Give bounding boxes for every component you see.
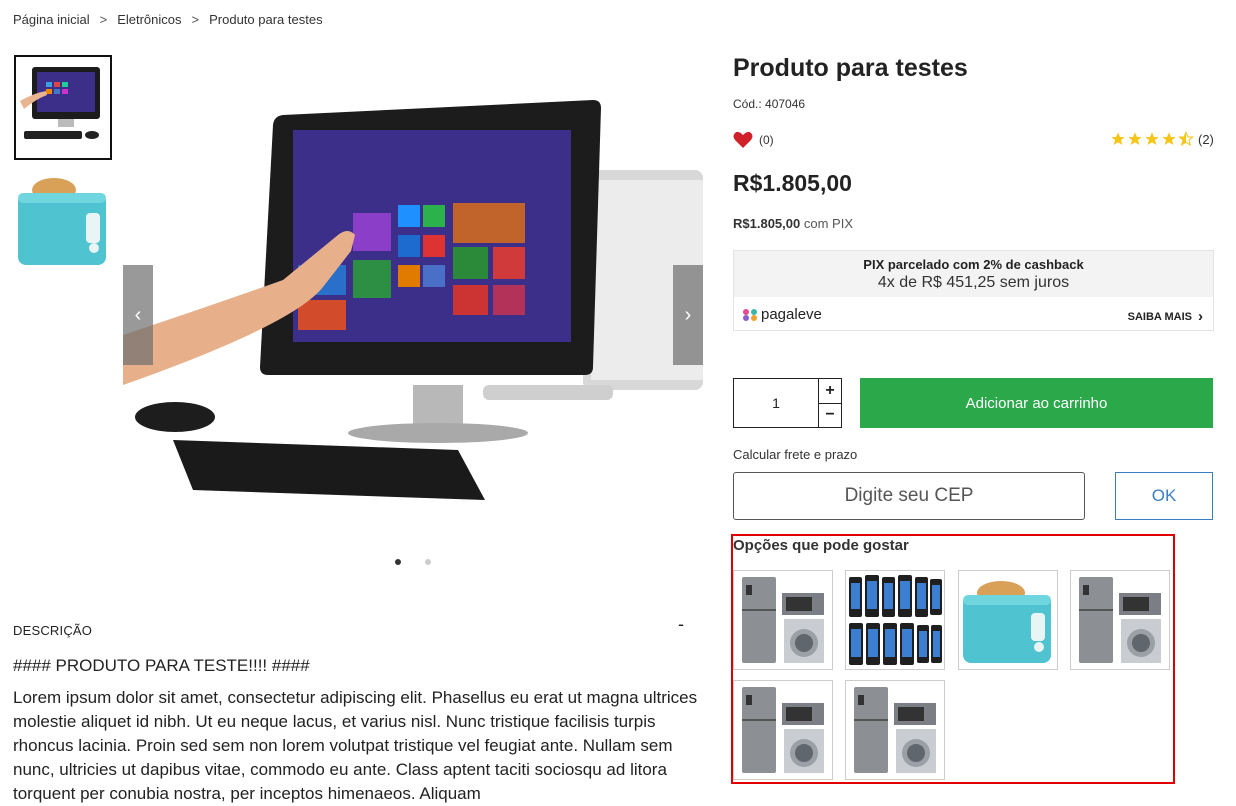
recommendation-item-appliances[interactable] — [845, 680, 945, 780]
pix-installment-box: PIX parcelado com 2% de cashback 4x de R… — [733, 250, 1214, 331]
carousel-next-button[interactable]: › — [673, 265, 703, 365]
rating-section[interactable]: (2) — [1110, 131, 1214, 147]
add-to-cart-button[interactable]: Adicionar ao carrinho — [860, 378, 1213, 428]
chevron-right-icon: › — [1198, 308, 1203, 325]
pix-installment-text: 4x de R$ 451,25 sem juros — [877, 274, 1070, 291]
recommendation-item-toaster[interactable] — [958, 570, 1058, 670]
star-icon — [1111, 132, 1125, 145]
product-price: R$1.805,00 — [733, 170, 852, 196]
cep-ok-button[interactable]: OK — [1115, 472, 1213, 520]
quantity-increase-button[interactable]: + — [819, 379, 841, 404]
carousel-dot[interactable] — [425, 559, 431, 565]
product-sku: Cód.: 407046 — [733, 97, 806, 111]
toaster-thumb-image — [14, 168, 112, 273]
description-heading: #### PRODUTO PARA TESTE!!!! #### — [13, 656, 310, 675]
rating-count: (2) — [1198, 131, 1214, 147]
breadcrumb-separator: > — [99, 12, 108, 27]
cep-input[interactable]: Digite seu CEP — [733, 472, 1085, 520]
recommendation-item-appliances[interactable] — [1070, 570, 1170, 670]
description-collapse-toggle[interactable]: - — [678, 614, 684, 635]
recommendation-item-phones[interactable] — [845, 570, 945, 670]
breadcrumb-current: Produto para testes — [209, 12, 323, 27]
breadcrumb-home[interactable]: Página inicial — [13, 12, 90, 27]
pix-footer: pagaleve SAIBA MAIS › — [734, 297, 1213, 331]
pix-cashback-text: PIX parcelado com 2% de cashback — [863, 257, 1084, 272]
appliances-image — [846, 681, 944, 779]
quantity-decrease-button[interactable]: − — [819, 404, 841, 428]
star-icon — [1162, 132, 1176, 145]
favorites-count: (0) — [759, 133, 774, 147]
description-body: Lorem ipsum dolor sit amet, consectetur … — [13, 688, 698, 803]
quantity-input[interactable]: 1 — [734, 379, 818, 427]
recommendation-item-appliances[interactable] — [733, 680, 833, 780]
thumbnail-computer[interactable] — [14, 55, 112, 160]
pix-price: R$1.805,00 — [733, 216, 801, 231]
computer-thumb-image — [16, 57, 110, 158]
pix-installment-info: PIX parcelado com 2% de cashback 4x de R… — [734, 251, 1213, 297]
product-main-image — [123, 55, 703, 545]
appliances-image — [734, 571, 832, 669]
star-icon — [1128, 132, 1142, 145]
carousel-dot-active[interactable] — [395, 559, 401, 565]
product-title: Produto para testes — [733, 54, 968, 82]
carousel-prev-button[interactable]: ‹ — [123, 265, 153, 365]
thumbnail-toaster[interactable] — [14, 168, 112, 273]
saiba-mais-label: SAIBA MAIS — [1127, 310, 1192, 323]
toaster-image — [959, 571, 1057, 669]
quantity-stepper: 1 + − — [733, 378, 842, 428]
saiba-mais-link[interactable]: SAIBA MAIS › — [1128, 308, 1203, 325]
pagaleve-logo: pagaleve — [742, 306, 822, 323]
rating-stars — [1110, 131, 1194, 147]
heart-icon[interactable] — [733, 131, 753, 149]
recommendations-title: Opções que pode gostar — [733, 537, 909, 554]
star-icon — [1145, 132, 1159, 145]
pagaleve-logo-icon — [743, 308, 757, 321]
star-half-icon — [1178, 131, 1194, 147]
appliances-image — [734, 681, 832, 779]
recommendation-item-appliances[interactable] — [733, 570, 833, 670]
quantity-buttons: + − — [818, 379, 841, 427]
chevron-right-icon: › — [684, 303, 692, 326]
chevron-left-icon: ‹ — [134, 303, 142, 326]
breadcrumb-separator: > — [191, 12, 200, 27]
pagaleve-brand: pagaleve — [761, 306, 822, 323]
breadcrumb-category[interactable]: Eletrônicos — [117, 12, 181, 27]
phones-image — [846, 571, 944, 669]
favorite-section: (0) — [733, 131, 774, 149]
shipping-label: Calcular frete e prazo — [733, 447, 858, 462]
appliances-image — [1071, 571, 1169, 669]
breadcrumb: Página inicial > Eletrônicos > Produto p… — [13, 12, 323, 27]
description-label[interactable]: DESCRIÇÃO — [13, 623, 92, 638]
pix-price-line: R$1.805,00 com PIX — [733, 216, 853, 231]
pix-suffix: com PIX — [803, 216, 853, 231]
